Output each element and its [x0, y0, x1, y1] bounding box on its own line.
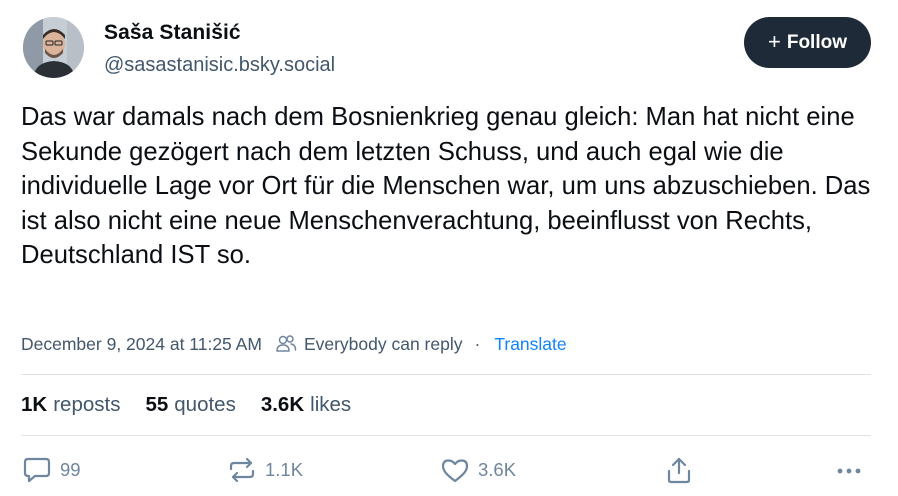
stat-likes[interactable]: 3.6K likes — [261, 393, 351, 417]
meta-separator: · — [474, 333, 481, 354]
post-meta: December 9, 2024 at 11:25 AM Everybody c… — [21, 331, 567, 357]
repost-count: 1.1K — [265, 459, 304, 480]
post-text: Das war damals nach dem Bosnienkrieg gen… — [21, 103, 871, 270]
reply-setting[interactable]: Everybody can reply — [304, 334, 463, 355]
reply-icon — [23, 457, 51, 483]
share-icon — [667, 457, 691, 484]
divider — [21, 435, 871, 436]
like-count: 3.6K — [478, 459, 517, 480]
people-icon — [276, 335, 297, 352]
reply-count: 99 — [60, 459, 81, 480]
more-options-button[interactable] — [834, 454, 864, 486]
stat-quotes[interactable]: 55 quotes — [145, 393, 235, 417]
avatar-image — [23, 17, 84, 78]
post-timestamp[interactable]: December 9, 2024 at 11:25 AM — [21, 334, 262, 355]
more-icon — [837, 468, 861, 474]
avatar[interactable] — [23, 17, 84, 78]
follow-button[interactable]: + Follow — [744, 17, 871, 68]
stat-count: 1K — [21, 393, 48, 416]
stat-label: quotes — [174, 393, 236, 416]
author-handle[interactable]: @sasastanisic.bsky.social — [104, 54, 335, 77]
stat-count: 55 — [145, 393, 169, 416]
stat-label: likes — [310, 393, 352, 416]
like-button[interactable]: 3.6K — [440, 454, 516, 486]
stat-reposts[interactable]: 1K reposts — [21, 393, 120, 417]
author-display-name[interactable]: Saša Stanišić — [104, 21, 241, 45]
post-card: Saša Stanišić @sasastanisic.bsky.social … — [0, 0, 898, 496]
translate-link[interactable]: Translate — [494, 334, 566, 355]
stat-count: 3.6K — [260, 393, 305, 416]
follow-button-label: Follow — [786, 31, 847, 53]
share-button[interactable] — [664, 454, 694, 486]
heart-icon — [441, 459, 469, 483]
plus-icon: + — [767, 29, 781, 54]
repost-icon — [229, 457, 255, 483]
divider — [21, 374, 871, 375]
reply-button[interactable]: 99 — [22, 454, 81, 486]
post-stats: 1K reposts 55 quotes 3.6K likes — [21, 391, 376, 419]
repost-button[interactable]: 1.1K — [227, 454, 303, 486]
stat-label: reposts — [53, 393, 121, 416]
